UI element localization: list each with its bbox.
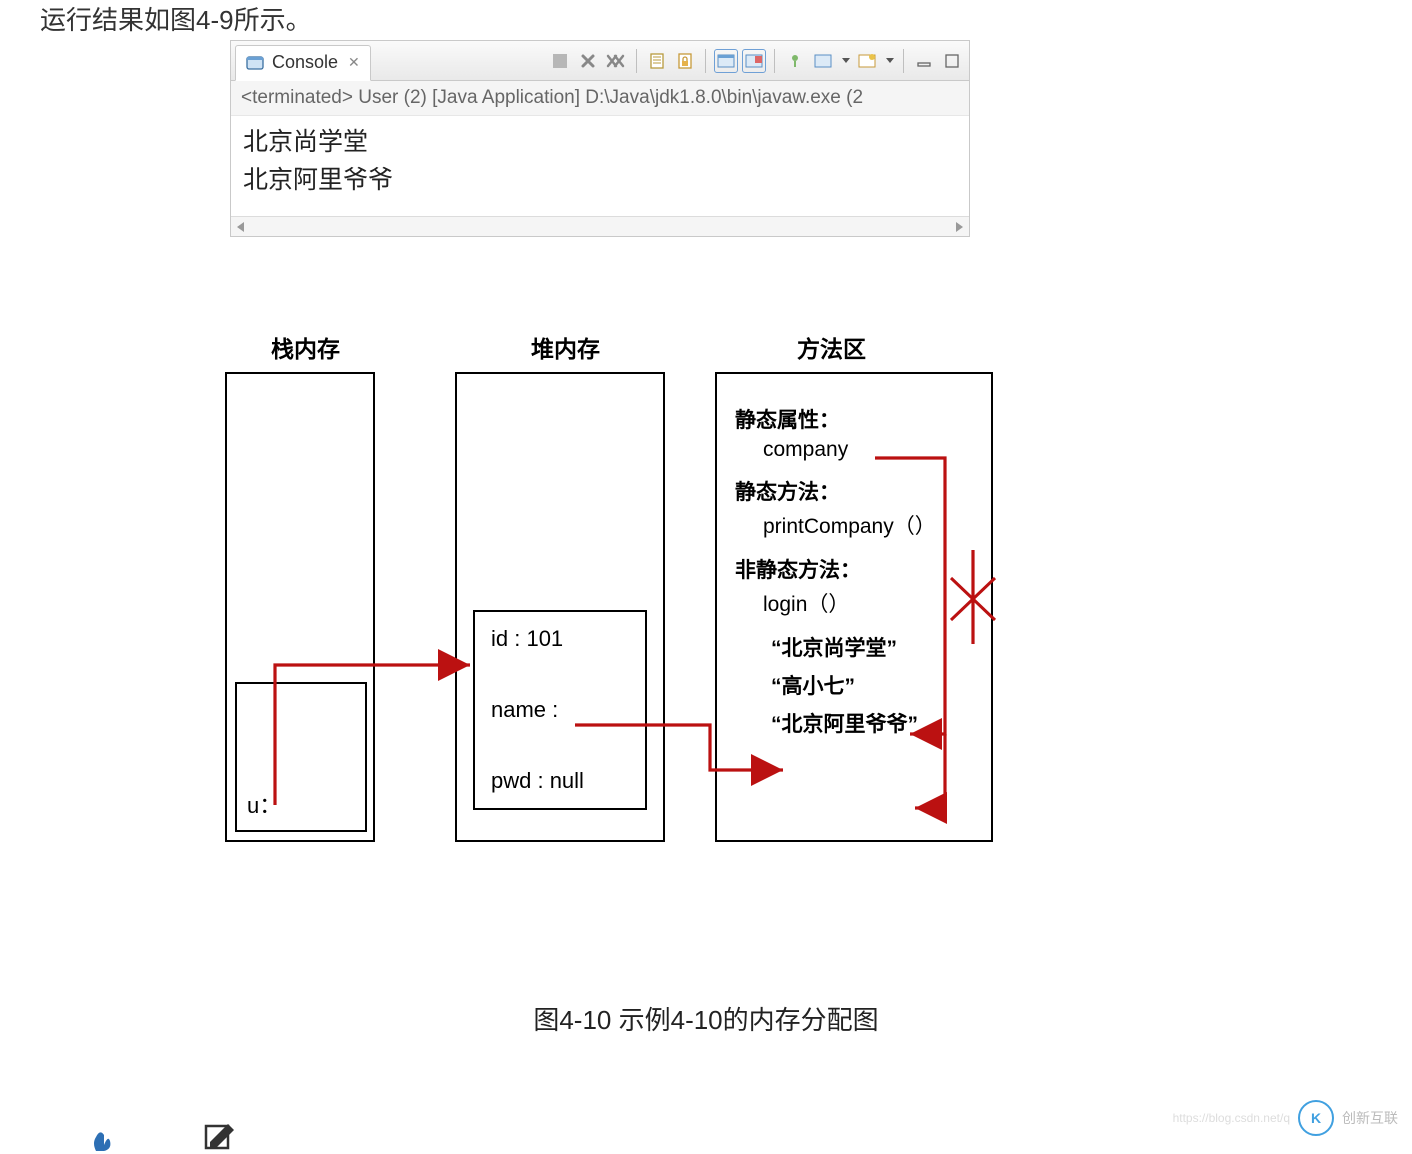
- console-tab[interactable]: Console ✕: [235, 45, 371, 81]
- watermark-logo-icon: K: [1298, 1100, 1334, 1136]
- close-tab-icon[interactable]: ✕: [348, 54, 360, 71]
- stack-box: u：: [225, 372, 375, 842]
- remove-all-icon[interactable]: [605, 50, 627, 72]
- open-console-icon[interactable]: [856, 50, 878, 72]
- console-line: 北京阿里爷爷: [243, 162, 957, 200]
- remove-launch-icon[interactable]: [577, 50, 599, 72]
- watermark-brand: 创新互联: [1342, 1108, 1398, 1128]
- intro-text: 运行结果如图4-9所示。: [40, 0, 312, 37]
- field-id: id : 101: [491, 626, 629, 652]
- method-area-box: 静态属性： company 静态方法： printCompany（） 非静态方法…: [715, 372, 993, 842]
- console-output: 北京尚学堂 北京阿里爷爷: [231, 116, 969, 216]
- watermark: https://blog.csdn.net/q K 创新互联: [1173, 1100, 1398, 1136]
- static-attr-company: company: [763, 438, 973, 462]
- memory-diagram: 栈内存 堆内存 方法区 u： User id : 101 name : pwd …: [215, 330, 1155, 890]
- dropdown-icon[interactable]: [886, 58, 894, 63]
- string-constant-1: “北京尚学堂”: [771, 632, 973, 662]
- static-attr-title: 静态属性：: [735, 404, 973, 434]
- static-method-title: 静态方法：: [735, 476, 973, 506]
- console-status: <terminated> User (2) [Java Application]…: [231, 81, 969, 116]
- show-console-on-err-icon[interactable]: [743, 50, 765, 72]
- console-icon: [244, 52, 266, 74]
- pin-console-icon[interactable]: [784, 50, 806, 72]
- console-tab-bar: Console ✕: [231, 41, 969, 81]
- method-area-label: 方法区: [797, 330, 866, 364]
- nonstatic-method-title: 非静态方法：: [735, 554, 973, 584]
- figure-caption: 图4-10 示例4-10的内存分配图: [0, 1000, 1412, 1037]
- stack-column-label: 栈内存: [271, 330, 340, 364]
- heap-column-label: 堆内存: [531, 330, 600, 364]
- field-pwd: pwd : null: [491, 768, 629, 794]
- string-constant-2: “高小七”: [771, 670, 973, 700]
- edit-icon: [204, 1124, 234, 1154]
- scroll-lock-icon[interactable]: [674, 50, 696, 72]
- stack-frame: u：: [235, 682, 367, 832]
- dropdown-icon[interactable]: [842, 58, 850, 63]
- clear-icon[interactable]: [646, 50, 668, 72]
- show-console-on-out-icon[interactable]: [715, 50, 737, 72]
- horizontal-scrollbar[interactable]: [231, 216, 969, 236]
- maximize-icon[interactable]: [941, 50, 963, 72]
- bottom-cropped-icons: [90, 1124, 234, 1154]
- console-tab-label: Console: [272, 52, 338, 73]
- field-name: name :: [491, 697, 629, 723]
- heap-object: id : 101 name : pwd : null: [473, 610, 647, 810]
- console-line: 北京尚学堂: [243, 124, 957, 162]
- display-selected-icon[interactable]: [812, 50, 834, 72]
- eclipse-console: Console ✕ <terminated> User (2) [Java Ap…: [230, 40, 970, 237]
- console-toolbar: [549, 49, 969, 73]
- static-method-printCompany: printCompany（）: [763, 510, 973, 540]
- nonstatic-method-login: login（）: [763, 588, 973, 618]
- stop-icon[interactable]: [549, 50, 571, 72]
- hand-icon: [90, 1125, 114, 1153]
- watermark-url: https://blog.csdn.net/q: [1173, 1111, 1290, 1125]
- stack-variable-u: u：: [247, 788, 281, 820]
- string-constant-3: “北京阿里爷爷”: [771, 708, 973, 738]
- minimize-icon[interactable]: [913, 50, 935, 72]
